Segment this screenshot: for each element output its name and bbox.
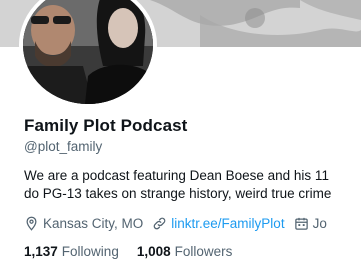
calendar-icon [294, 217, 308, 230]
bio-line: We are a podcast featuring Dean Boese an… [24, 168, 329, 183]
joined-text: Jo [312, 215, 327, 231]
follow-stats: 1,137 Following 1,008 Followers [24, 244, 250, 259]
following-stat[interactable]: 1,137 Following [24, 244, 119, 259]
profile-avatar[interactable] [19, 0, 157, 108]
following-label: Following [61, 244, 119, 259]
bio-line: do PG-13 takes on strange history, weird… [24, 186, 332, 201]
profile-meta: Kansas City, MO linktr.ee/FamilyPlot Jo [24, 213, 361, 233]
followers-count: 1,008 [136, 244, 171, 259]
username-handle: @plot_family [24, 139, 103, 154]
followers-label: Followers [174, 244, 233, 259]
joined-item: Jo [294, 216, 327, 231]
profile-bio: We are a podcast featuring Dean Boese an… [24, 167, 361, 203]
website-item[interactable]: linktr.ee/FamilyPlot [152, 216, 285, 231]
avatar-photo [23, 0, 153, 104]
website-link[interactable]: linktr.ee/FamilyPlot [171, 216, 284, 231]
location-pin-icon [26, 216, 37, 231]
followers-stat[interactable]: 1,008 Followers [137, 244, 233, 259]
location-text: Kansas City, MO [43, 215, 144, 231]
display-name: Family Plot Podcast [24, 116, 188, 135]
following-count: 1,137 [24, 244, 58, 259]
link-icon [154, 217, 166, 229]
location-item: Kansas City, MO [24, 216, 143, 231]
